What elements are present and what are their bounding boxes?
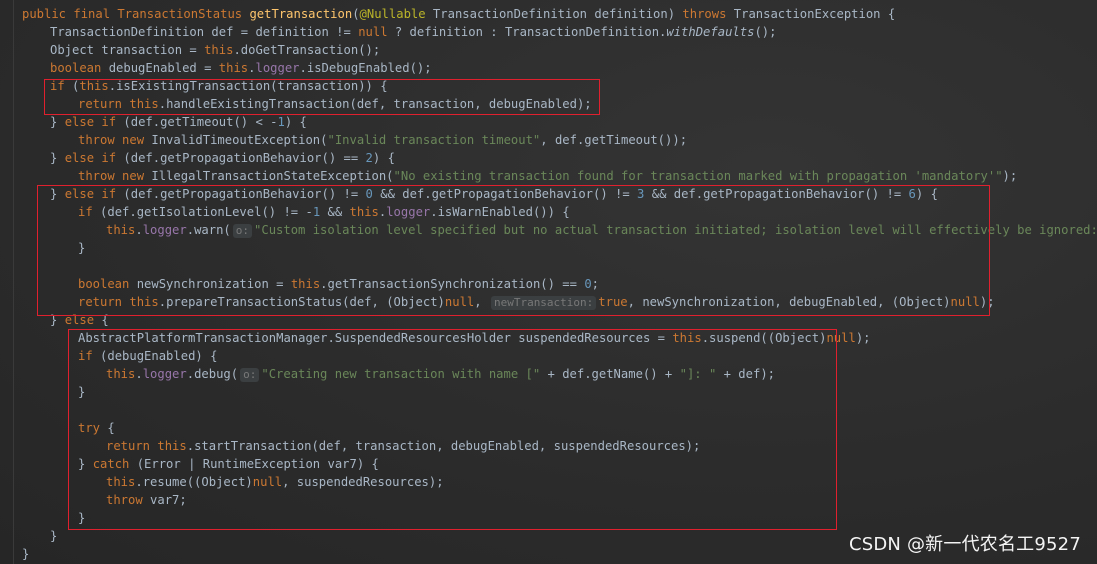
code-text: .doGetTransaction(); bbox=[233, 43, 381, 57]
number: 1 bbox=[277, 115, 285, 129]
code-text: ); bbox=[855, 331, 871, 345]
keyword: else if bbox=[64, 151, 117, 165]
code-text: TransactionDefinition definition) bbox=[425, 7, 683, 21]
code-text: TransactionException { bbox=[726, 7, 896, 21]
code-line: boolean debugEnabled = this.logger.isDeb… bbox=[50, 59, 432, 77]
keyword: this bbox=[218, 61, 249, 75]
code-text: TransactionDefinition def = definition !… bbox=[50, 25, 359, 39]
annotation: @Nullable bbox=[359, 7, 426, 21]
string-literal: "Invalid transaction timeout" bbox=[327, 133, 541, 147]
code-line: TransactionDefinition def = definition !… bbox=[50, 23, 776, 41]
method-name: getTransaction bbox=[249, 7, 353, 21]
highlight-box-new-transaction bbox=[68, 329, 837, 530]
code-text: (def.getPropagationBehavior() == bbox=[116, 151, 366, 165]
code-text: debugEnabled = bbox=[101, 61, 219, 75]
code-line: Object transaction = this.doGetTransacti… bbox=[50, 41, 380, 59]
highlight-box-non-transactional-propagation bbox=[37, 185, 990, 316]
code-line: } else if (def.getPropagationBehavior() … bbox=[50, 149, 395, 167]
code-text: ) { bbox=[372, 151, 395, 165]
code-line-method-signature: public final TransactionStatus getTransa… bbox=[22, 7, 896, 21]
code-line: throw new IllegalTransactionStateExcepti… bbox=[78, 167, 1017, 185]
code-text: (); bbox=[754, 25, 777, 39]
code-text: IllegalTransactionStateException( bbox=[144, 169, 394, 183]
code-line: throw new InvalidTimeoutException("Inval… bbox=[78, 131, 687, 149]
code-text: ); bbox=[1002, 169, 1018, 183]
watermark: CSDN @新一代农名工9527 bbox=[848, 534, 1081, 555]
keyword: this bbox=[204, 43, 234, 57]
keyword: null bbox=[358, 25, 388, 39]
static-method: withDefaults bbox=[666, 25, 755, 39]
code-text: .isDebugEnabled(); bbox=[299, 61, 432, 75]
code-line: } bbox=[22, 545, 29, 563]
code-text: ? definition : TransactionDefinition. bbox=[387, 25, 667, 39]
code-line: } bbox=[50, 527, 57, 545]
code-text: Object transaction = bbox=[50, 43, 205, 57]
keyword: throw new bbox=[78, 169, 145, 183]
field: logger bbox=[255, 61, 300, 75]
keyword: throw new bbox=[78, 133, 145, 147]
keyword: throws bbox=[682, 7, 727, 21]
code-text: InvalidTimeoutException( bbox=[144, 133, 328, 147]
code-text: (def.getTimeout() < - bbox=[116, 115, 278, 129]
code-text: } bbox=[22, 547, 30, 561]
code-text: } bbox=[50, 115, 65, 129]
keyword: boolean bbox=[50, 61, 102, 75]
keyword: else if bbox=[64, 115, 117, 129]
code-text: } bbox=[50, 151, 65, 165]
code-text: , def.getTimeout()); bbox=[540, 133, 688, 147]
code-editor[interactable]: public final TransactionStatus getTransa… bbox=[0, 0, 1097, 564]
code-line: } else if (def.getTimeout() < -1) { bbox=[50, 113, 307, 131]
code-text: } bbox=[50, 529, 58, 543]
keyword: public final TransactionStatus bbox=[22, 7, 250, 21]
code-text: ) { bbox=[284, 115, 307, 129]
highlight-box-existing-transaction bbox=[44, 79, 600, 115]
string-literal: "No existing transaction found for trans… bbox=[393, 169, 1003, 183]
number: 2 bbox=[365, 151, 373, 165]
fold-guide bbox=[13, 0, 14, 564]
